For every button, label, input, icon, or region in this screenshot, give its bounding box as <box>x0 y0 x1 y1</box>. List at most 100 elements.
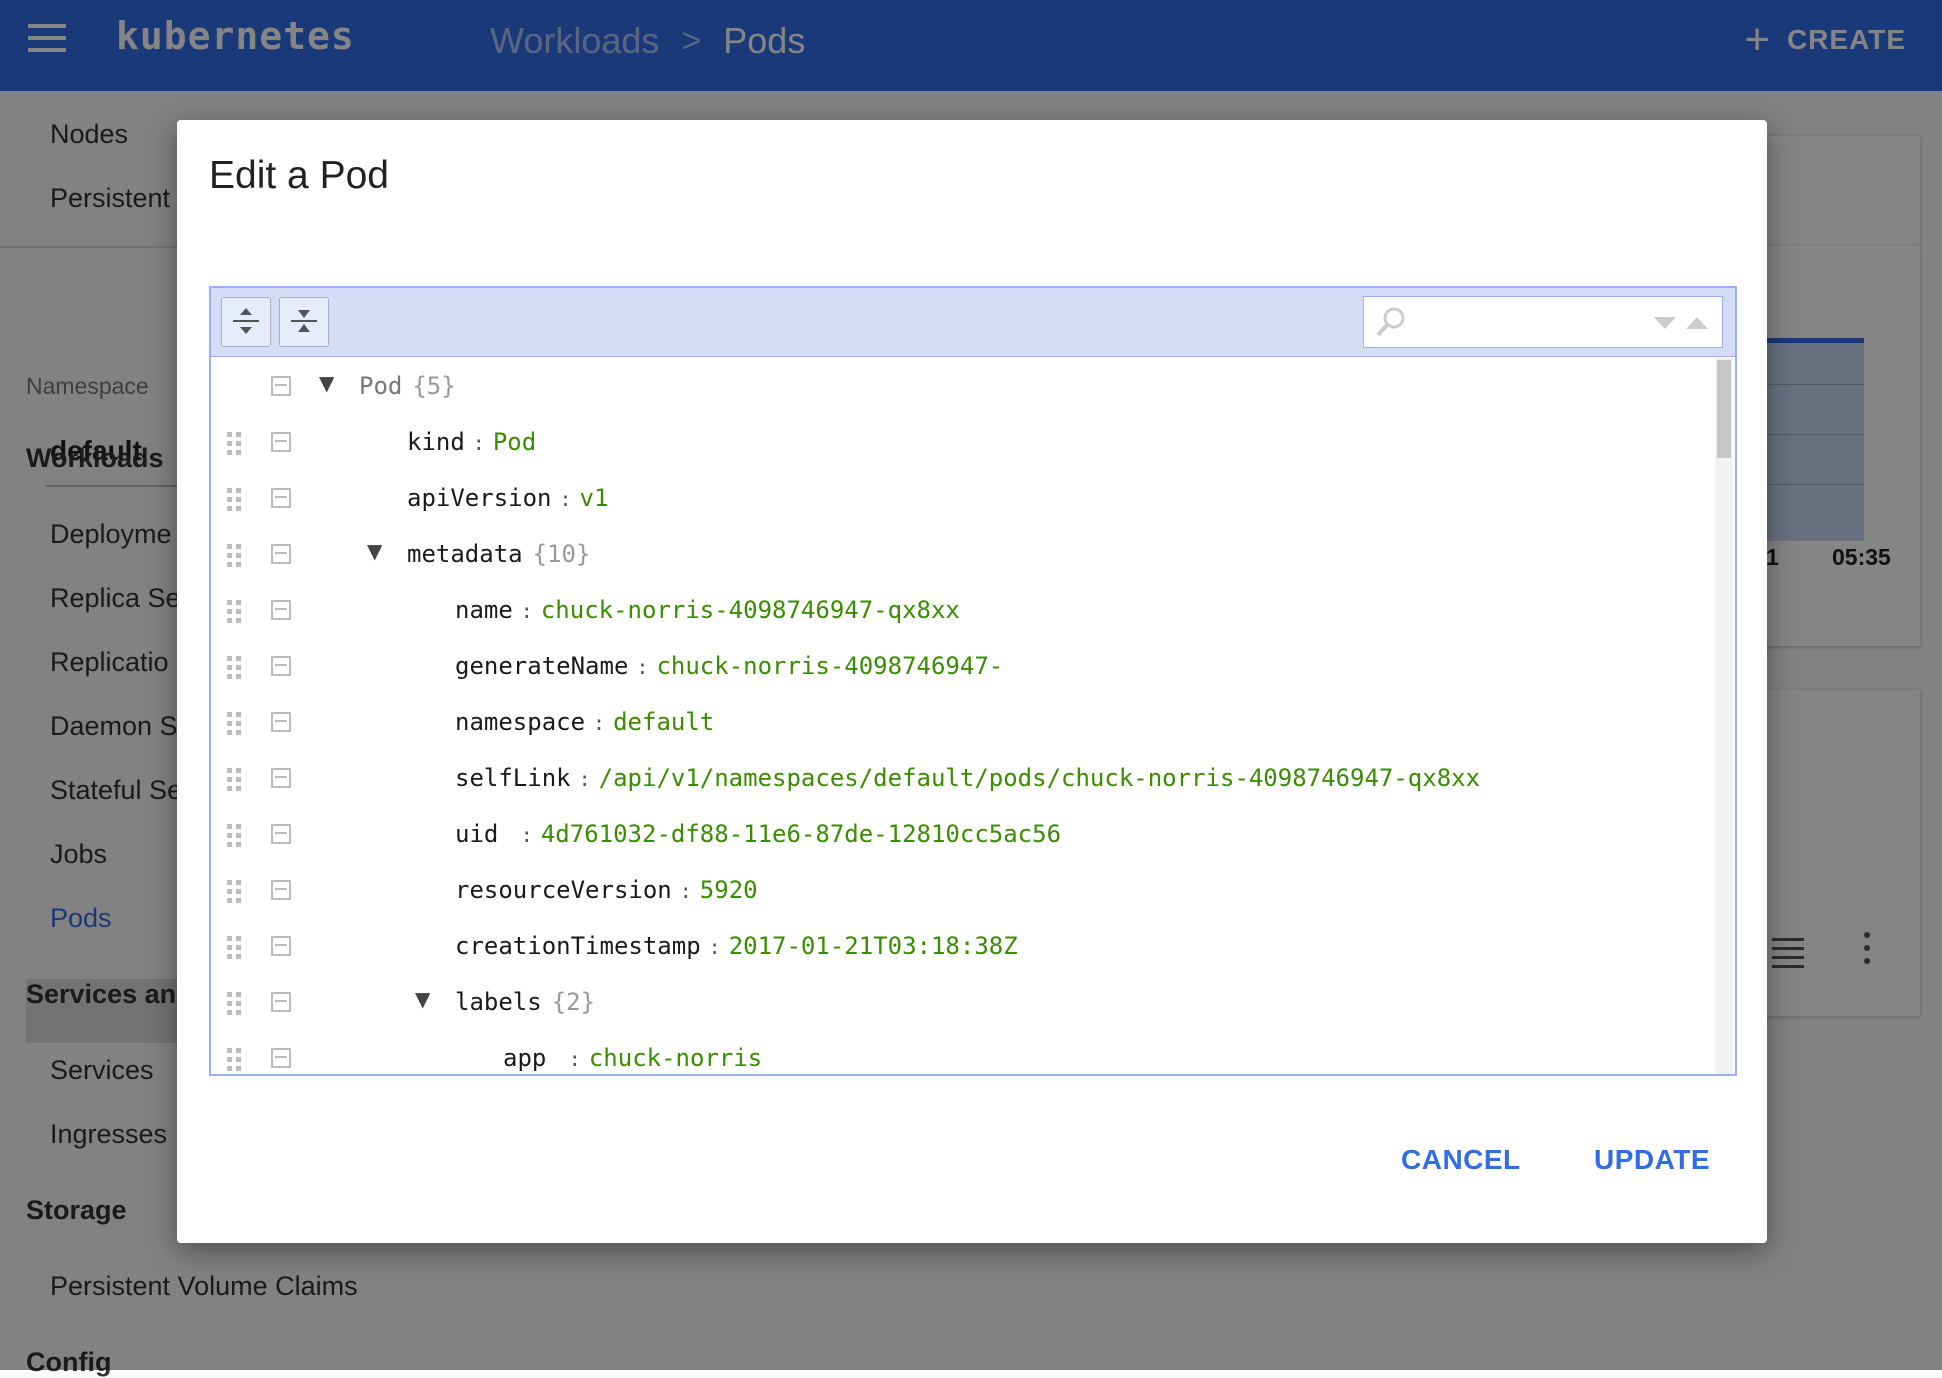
tree-child-count: {2} <box>551 988 596 1016</box>
tree-value[interactable]: v1 <box>580 484 609 512</box>
drag-handle-icon[interactable] <box>227 544 243 572</box>
expand-toggle-icon[interactable]: ▼ <box>367 539 382 563</box>
tree-key[interactable]: uid <box>455 820 513 848</box>
context-menu-icon[interactable] <box>271 432 291 452</box>
cancel-button[interactable]: CANCEL <box>1401 1144 1521 1176</box>
tree-value[interactable]: Pod <box>493 428 536 456</box>
tree-node[interactable]: name: chuck-norris-4098746947-qx8xx <box>455 596 960 624</box>
tree-node[interactable]: app : chuck-norris <box>503 1044 762 1072</box>
tree-row[interactable]: namespace: default <box>211 694 1711 750</box>
tree-value[interactable]: chuck-norris-4098746947- <box>656 652 1003 680</box>
tree-node[interactable]: selfLink: /api/v1/namespaces/default/pods… <box>455 764 1480 792</box>
tree-row[interactable]: app : chuck-norris <box>211 1030 1711 1074</box>
context-menu-icon[interactable] <box>271 488 291 508</box>
tree-separator: : <box>520 823 533 847</box>
editor-scrollbar-track[interactable] <box>1715 358 1733 1074</box>
collapse-all-button[interactable] <box>279 297 329 347</box>
tree-separator: : <box>578 767 591 791</box>
context-menu-icon[interactable] <box>271 768 291 788</box>
dialog-title: Edit a Pod <box>209 154 389 197</box>
tree-value[interactable]: chuck-norris-4098746947-qx8xx <box>541 596 960 624</box>
tree-separator: : <box>559 487 572 511</box>
tree-node[interactable]: namespace: default <box>455 708 714 736</box>
tree-row[interactable]: ▼ Pod {5} <box>211 358 1711 414</box>
tree-key[interactable]: name <box>455 596 513 624</box>
tree-key[interactable]: labels <box>455 988 542 1016</box>
tree-value[interactable]: 5920 <box>700 876 758 904</box>
tree-row[interactable]: creationTimestamp:2017-01-21T03:18:38Z <box>211 918 1711 974</box>
json-editor[interactable]: ▼ Pod {5} kind: Pod apiVersion: v1 ▼ metadata {10… <box>209 286 1737 1076</box>
tree-value[interactable]: default <box>613 708 714 736</box>
tree-value[interactable]: 4d761032-df88-11e6-87de-12810cc5ac56 <box>541 820 1061 848</box>
tree-node[interactable]: kind: Pod <box>407 428 536 456</box>
context-menu-icon[interactable] <box>271 376 291 396</box>
drag-handle-icon[interactable] <box>227 600 243 628</box>
tree-node[interactable]: resourceVersion:5920 <box>455 876 758 904</box>
context-menu-icon[interactable] <box>271 824 291 844</box>
tree-key[interactable]: creationTimestamp <box>455 932 701 960</box>
tree-value[interactable]: chuck-norris <box>589 1044 762 1072</box>
drag-handle-icon[interactable] <box>227 712 243 740</box>
expand-all-button[interactable] <box>221 297 271 347</box>
tree-node[interactable]: generateName: chuck-norris-4098746947- <box>455 652 1003 680</box>
search-nav-arrows-icon <box>1654 317 1708 329</box>
tree-node[interactable]: Pod {5} <box>359 372 456 400</box>
context-menu-icon[interactable] <box>271 712 291 732</box>
expand-toggle-icon[interactable]: ▼ <box>319 371 334 395</box>
tree-key[interactable]: generateName <box>455 652 628 680</box>
tree-row[interactable]: ▼ metadata {10} <box>211 526 1711 582</box>
context-menu-icon[interactable] <box>271 992 291 1012</box>
tree-separator: : <box>708 935 721 959</box>
context-menu-icon[interactable] <box>271 656 291 676</box>
tree-separator: : <box>472 431 485 455</box>
drag-handle-icon[interactable] <box>227 936 243 964</box>
tree-separator: : <box>520 599 533 623</box>
context-menu-icon[interactable] <box>271 1048 291 1068</box>
tree-row[interactable]: selfLink: /api/v1/namespaces/default/pods… <box>211 750 1711 806</box>
context-menu-icon[interactable] <box>271 600 291 620</box>
tree-key[interactable]: apiVersion <box>407 484 552 512</box>
tree-row[interactable]: generateName: chuck-norris-4098746947- <box>211 638 1711 694</box>
drag-handle-icon[interactable] <box>227 656 243 684</box>
tree-separator: : <box>593 711 606 735</box>
collapse-all-icon <box>291 310 317 332</box>
tree-row[interactable]: kind: Pod <box>211 414 1711 470</box>
tree-node[interactable]: uid :4d761032-df88-11e6-87de-12810cc5ac5… <box>455 820 1061 848</box>
tree-node[interactable]: labels {2} <box>455 988 595 1016</box>
json-editor-toolbar <box>211 288 1735 357</box>
context-menu-icon[interactable] <box>271 936 291 956</box>
tree-key[interactable]: metadata <box>407 540 523 568</box>
json-search-input[interactable] <box>1363 296 1723 348</box>
tree-row[interactable]: resourceVersion:5920 <box>211 862 1711 918</box>
drag-handle-icon[interactable] <box>227 488 243 516</box>
tree-node[interactable]: creationTimestamp:2017-01-21T03:18:38Z <box>455 932 1018 960</box>
tree-key[interactable]: app <box>503 1044 561 1072</box>
tree-separator: : <box>636 655 649 679</box>
tree-row[interactable]: apiVersion: v1 <box>211 470 1711 526</box>
drag-handle-icon[interactable] <box>227 824 243 852</box>
edit-pod-dialog: Edit a Pod ▼ Pod {5} kind: Pod apiVersi… <box>177 120 1767 1243</box>
drag-handle-icon[interactable] <box>227 432 243 460</box>
context-menu-icon[interactable] <box>271 544 291 564</box>
tree-row[interactable]: ▼ labels {2} <box>211 974 1711 1030</box>
drag-handle-icon[interactable] <box>227 880 243 908</box>
drag-handle-icon[interactable] <box>227 992 243 1020</box>
tree-key[interactable]: selfLink <box>455 764 571 792</box>
tree-key[interactable]: Pod <box>359 372 402 400</box>
tree-separator: : <box>679 879 692 903</box>
tree-row[interactable]: name: chuck-norris-4098746947-qx8xx <box>211 582 1711 638</box>
update-button[interactable]: UPDATE <box>1594 1144 1710 1176</box>
tree-key[interactable]: namespace <box>455 708 585 736</box>
tree-value[interactable]: /api/v1/namespaces/default/pods/chuck-no… <box>599 764 1480 792</box>
tree-node[interactable]: metadata {10} <box>407 540 590 568</box>
tree-key[interactable]: kind <box>407 428 465 456</box>
tree-key[interactable]: resourceVersion <box>455 876 672 904</box>
tree-node[interactable]: apiVersion: v1 <box>407 484 608 512</box>
context-menu-icon[interactable] <box>271 880 291 900</box>
tree-row[interactable]: uid :4d761032-df88-11e6-87de-12810cc5ac5… <box>211 806 1711 862</box>
tree-value[interactable]: 2017-01-21T03:18:38Z <box>729 932 1018 960</box>
editor-scrollbar-thumb[interactable] <box>1717 360 1731 458</box>
expand-toggle-icon[interactable]: ▼ <box>415 987 430 1011</box>
drag-handle-icon[interactable] <box>227 1048 243 1074</box>
drag-handle-icon[interactable] <box>227 768 243 796</box>
